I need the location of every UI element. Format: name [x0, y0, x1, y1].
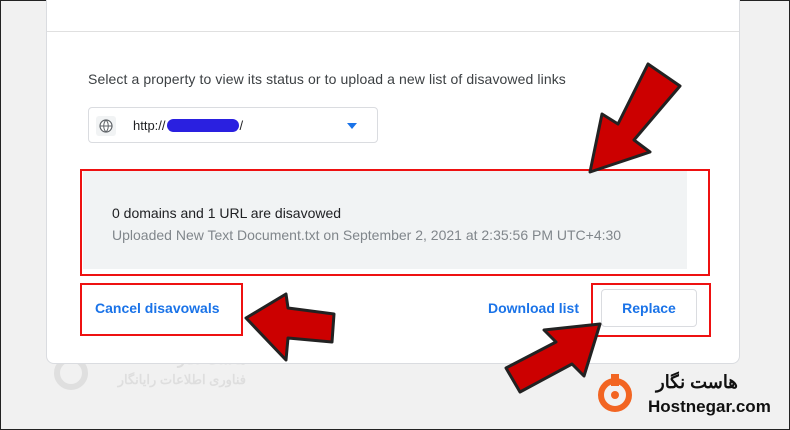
watermark-line2: فناوری اطلاعات رایانگار — [117, 372, 246, 387]
url-suffix: / — [239, 118, 244, 133]
instruction-text: Select a property to view its status or … — [88, 71, 566, 87]
arrow-up-right-icon — [504, 322, 602, 394]
download-list-button[interactable]: Download list — [488, 300, 579, 316]
divider — [47, 31, 739, 32]
highlight-status-box — [80, 169, 710, 276]
redacted-domain — [166, 119, 239, 132]
highlight-replace-button — [591, 283, 711, 337]
arrow-down-left-icon — [588, 62, 682, 174]
highlight-cancel-button — [80, 283, 243, 336]
hostnegar-logo: هاست نگار Hostnegar.com — [596, 372, 782, 422]
property-select[interactable]: http:// / — [88, 107, 378, 143]
dropdown-arrow-icon[interactable] — [347, 123, 357, 129]
url-prefix: http:// — [133, 118, 166, 133]
hostnegar-logo-icon — [598, 374, 632, 412]
brand-name-en: Hostnegar.com — [648, 397, 771, 416]
arrow-left-icon — [244, 292, 336, 362]
brand-name-fa: هاست نگار — [656, 372, 738, 392]
globe-icon — [96, 116, 116, 136]
property-url: http:// / — [133, 118, 243, 133]
